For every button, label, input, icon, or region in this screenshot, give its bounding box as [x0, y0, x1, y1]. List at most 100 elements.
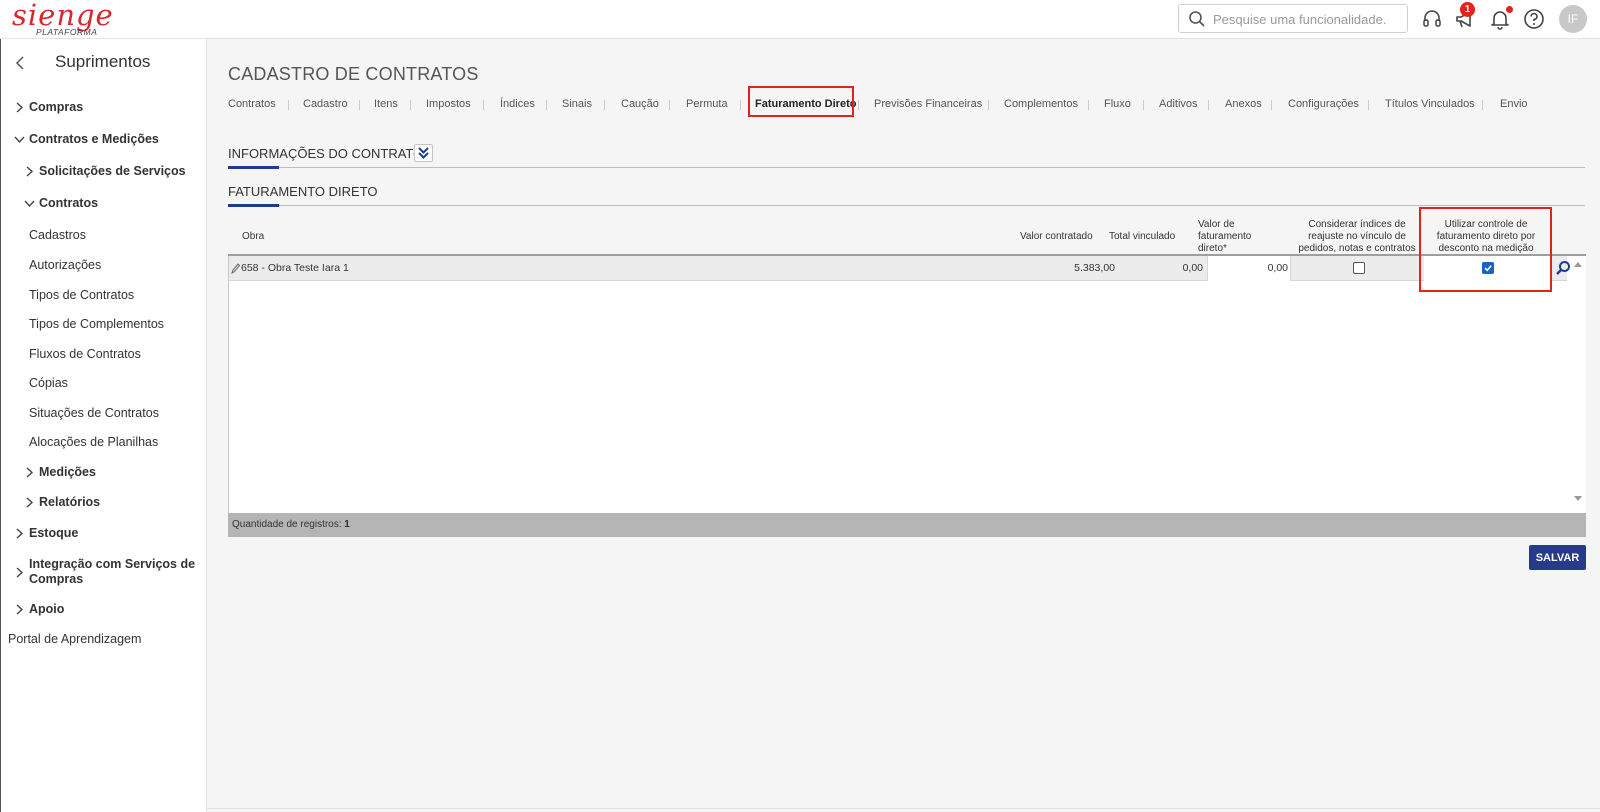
tab-separator	[1208, 100, 1209, 110]
tab-separator	[483, 100, 484, 110]
cell-obra: 658 - Obra Teste Iara 1	[241, 262, 349, 274]
back-chevron-icon[interactable]	[15, 56, 25, 70]
sidebar-item-integracao-line1[interactable]: Integração com Serviços de	[29, 557, 195, 571]
pencil-icon[interactable]	[231, 263, 240, 274]
sidebar-item-estoque[interactable]: Estoque	[14, 526, 78, 540]
tab-separator	[740, 100, 741, 110]
sienge-logo[interactable]: sienge PLATAFORMA	[12, 0, 122, 38]
section-divider	[228, 167, 1585, 168]
tab-separator	[1271, 100, 1272, 110]
logo-subtitle: PLATAFORMA	[36, 27, 98, 37]
cell-valor-contratado: 5.383,00	[1074, 262, 1115, 274]
col-header-line: pedidos, notas e contratos	[1298, 243, 1416, 254]
notification-badge: 1	[1460, 2, 1475, 17]
sidebar-item-solicitacoes[interactable]: Solicitações de Serviços	[24, 164, 186, 178]
record-count-label: Quantidade de registros:	[232, 519, 342, 530]
chevron-right-icon	[26, 467, 34, 478]
tab-previsoes[interactable]: Previsões Financeiras	[874, 98, 982, 110]
sidebar-title: Suprimentos	[55, 52, 151, 71]
chevron-right-icon	[16, 102, 24, 113]
help-icon[interactable]	[1523, 8, 1545, 30]
chevron-right-icon	[16, 604, 24, 615]
tab-separator	[604, 100, 605, 110]
sidebar-item-contratos[interactable]: Contratos	[24, 196, 98, 210]
tab-permuta[interactable]: Permuta	[686, 98, 728, 110]
col-header-line: Valor de	[1198, 219, 1235, 230]
col-header-total-vinculado[interactable]: Total vinculado	[1109, 231, 1175, 243]
chevron-right-icon	[16, 528, 24, 539]
faturamento-grid: Obra Valor contratado Total vinculado Va…	[228, 214, 1586, 537]
tab-anexos[interactable]: Anexos	[1225, 98, 1262, 110]
sidebar-item-apoio[interactable]: Apoio	[14, 602, 64, 616]
tab-itens[interactable]: Itens	[374, 98, 398, 110]
sidebar-item-cadastros[interactable]: Cadastros	[29, 228, 86, 242]
grid-body: 658 - Obra Teste Iara 1 5.383,00 0,00 0,…	[228, 256, 1586, 513]
col-header-valor-faturamento[interactable]: Valor de faturamento direto*	[1198, 219, 1251, 255]
sidebar-item-tipos-complementos[interactable]: Tipos de Complementos	[29, 317, 164, 331]
tab-separator	[1088, 100, 1089, 110]
col-header-obra[interactable]: Obra	[242, 231, 264, 243]
sidebar-item-tipos-contratos[interactable]: Tipos de Contratos	[29, 288, 134, 302]
sidebar-item-integracao[interactable]	[14, 565, 29, 579]
tab-sinais[interactable]: Sinais	[562, 98, 592, 110]
tab-titulos-vinculados[interactable]: Títulos Vinculados	[1385, 98, 1475, 110]
sidebar-item-copias[interactable]: Cópias	[29, 376, 68, 390]
tab-separator	[858, 100, 859, 110]
top-header: sienge PLATAFORMA 1 IF	[0, 0, 1600, 39]
sidebar-item-relatorios[interactable]: Relatórios	[24, 495, 100, 509]
tab-impostos[interactable]: Impostos	[426, 98, 471, 110]
sidebar-item-alocacoes[interactable]: Alocações de Planilhas	[29, 435, 158, 449]
valor-faturamento-input[interactable]: 0,00	[1207, 256, 1291, 281]
vertical-scrollbar[interactable]	[1570, 256, 1586, 513]
tab-cadastro[interactable]: Cadastro	[303, 98, 348, 110]
scroll-down-icon[interactable]	[1574, 496, 1582, 502]
tab-separator	[1143, 100, 1144, 110]
search-magnifier-icon[interactable]	[1555, 260, 1571, 276]
tab-separator	[288, 100, 289, 110]
tab-separator	[1368, 100, 1369, 110]
considerar-indices-checkbox[interactable]	[1353, 262, 1365, 274]
sidebar-item-integracao-line2[interactable]: Compras	[29, 572, 83, 586]
tab-contratos[interactable]: Contratos	[228, 98, 276, 110]
double-chevron-down-icon	[418, 147, 429, 159]
tab-fluxo[interactable]: Fluxo	[1104, 98, 1131, 110]
search-box[interactable]	[1178, 4, 1408, 33]
tab-caucao[interactable]: Caução	[621, 98, 659, 110]
cell-valor-faturamento: 0,00	[1267, 262, 1288, 274]
alert-dot	[1506, 6, 1513, 13]
col-header-line: Considerar índices de	[1308, 219, 1406, 230]
table-row[interactable]: 658 - Obra Teste Iara 1 5.383,00 0,00 0,…	[229, 256, 1570, 281]
col-header-line: direto*	[1198, 243, 1227, 254]
sidebar-item-contratos-medicoes[interactable]: Contratos e Medições	[14, 132, 159, 146]
column-highlight-box	[1419, 207, 1552, 292]
bottom-divider	[207, 808, 1600, 809]
tab-configuracoes[interactable]: Configurações	[1288, 98, 1359, 110]
search-input[interactable]	[1213, 9, 1398, 29]
sidebar-item-medicoes[interactable]: Medições	[24, 465, 96, 479]
tab-separator	[410, 100, 411, 110]
user-avatar[interactable]: IF	[1559, 5, 1587, 33]
expand-section-button[interactable]	[414, 144, 433, 162]
col-header-considerar-indices[interactable]: Considerar índices de reajuste no víncul…	[1288, 219, 1426, 255]
headset-icon[interactable]	[1421, 8, 1443, 30]
sidebar-item-compras[interactable]: Compras	[14, 100, 83, 114]
col-header-line: faturamento	[1198, 231, 1252, 242]
page-title: CADASTRO DE CONTRATOS	[228, 64, 479, 84]
chevron-right-icon	[26, 166, 34, 177]
tab-complementos[interactable]: Complementos	[1004, 98, 1078, 110]
tab-aditivos[interactable]: Aditivos	[1159, 98, 1198, 110]
sidebar-item-situacoes[interactable]: Situações de Contratos	[29, 406, 159, 420]
save-button[interactable]: SALVAR	[1529, 545, 1586, 570]
tab-envio[interactable]: Envio	[1500, 98, 1528, 110]
sidebar-item-portal[interactable]: Portal de Aprendizagem	[8, 632, 141, 646]
chevron-down-icon	[24, 200, 35, 208]
col-header-valor-contratado[interactable]: Valor contratado	[1020, 231, 1093, 243]
tab-separator	[546, 100, 547, 110]
record-count-value: 1	[344, 519, 350, 530]
sidebar-item-autorizacoes[interactable]: Autorizações	[29, 258, 101, 272]
sidebar-item-fluxos[interactable]: Fluxos de Contratos	[29, 347, 141, 361]
tab-separator	[359, 100, 360, 110]
sidebar: Suprimentos Compras Contratos e Medições…	[0, 39, 207, 812]
scroll-up-icon[interactable]	[1574, 261, 1582, 267]
tab-indices[interactable]: Índices	[500, 98, 535, 110]
